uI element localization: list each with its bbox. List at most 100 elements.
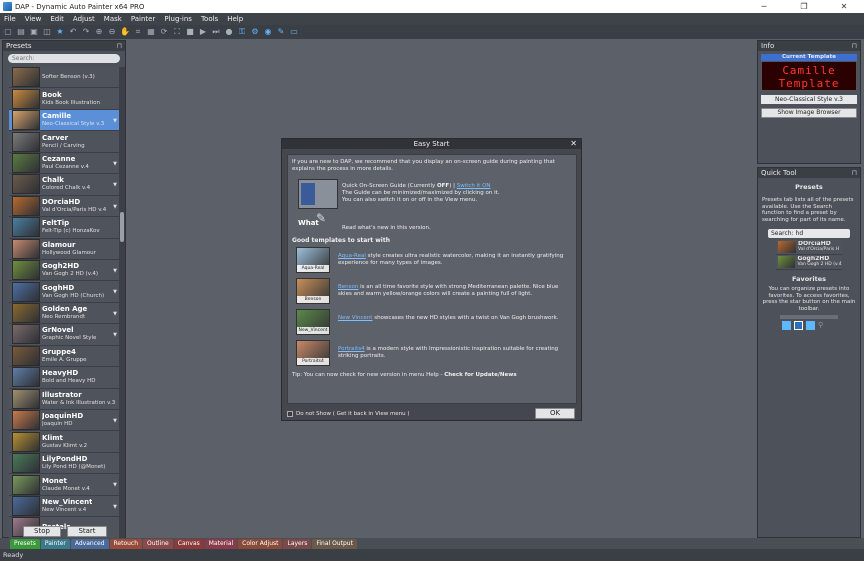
preset-item-book[interactable]: Book Kids Book Illustration: [9, 88, 119, 110]
menu-view[interactable]: View: [25, 15, 42, 23]
preset-item-glamour[interactable]: Glamour Hollywood Glamour: [9, 238, 119, 260]
preset-item-klimt[interactable]: Klimt Gustav Klimt v.2: [9, 431, 119, 453]
eye-icon[interactable]: ◉: [263, 27, 273, 37]
preset-item-lilypondhd[interactable]: LilyPondHD Lily Pond HD (@Monet): [9, 453, 119, 475]
chevron-down-icon[interactable]: ▼: [113, 161, 117, 167]
preset-item-softer-benson[interactable]: Softer Benson (v.3): [9, 67, 119, 89]
chevron-down-icon[interactable]: ▼: [113, 118, 117, 124]
menu-painter[interactable]: Painter: [131, 15, 156, 23]
menu-mask[interactable]: Mask: [104, 15, 122, 23]
chevron-down-icon[interactable]: ▼: [113, 204, 117, 210]
crop-icon[interactable]: ⌗: [133, 27, 143, 37]
template-thumb-portraits4[interactable]: Portraits4: [296, 340, 330, 366]
template-thumb-aqua-real[interactable]: Aqua-Real: [296, 247, 330, 273]
stop-icon[interactable]: ■: [185, 27, 195, 37]
tab-final-output[interactable]: Final Output: [312, 539, 357, 549]
rotate-icon[interactable]: ⟳: [159, 27, 169, 37]
favorite-set-icon[interactable]: [782, 321, 791, 330]
pin-icon[interactable]: ⊓: [117, 42, 122, 50]
tab-canvas[interactable]: Canvas: [173, 539, 204, 549]
chevron-down-icon[interactable]: ▼: [113, 182, 117, 188]
pin-icon[interactable]: ⊓: [852, 42, 857, 50]
quick-result-item[interactable]: DOrciaHD Val d'Orcia/Paris H: [776, 240, 842, 255]
grid-icon[interactable]: ▦: [146, 27, 156, 37]
tab-outline[interactable]: Outline: [143, 539, 173, 549]
preset-item-carver[interactable]: Carver Pencil / Carving: [9, 131, 119, 153]
favorite-search-icon[interactable]: ⚲: [818, 321, 827, 330]
quick-search-field[interactable]: Search: hd: [768, 229, 850, 238]
preset-item-camille[interactable]: Camille Neo-Classical Style v.3 ▼: [9, 109, 119, 132]
quick-result-item[interactable]: Gogh2HD Van Gogh 2 HD (v.4): [776, 255, 842, 270]
chevron-down-icon[interactable]: ▼: [113, 311, 117, 317]
template-link[interactable]: Benson: [338, 284, 358, 290]
maximize-button[interactable]: ❐: [784, 0, 824, 13]
new-icon[interactable]: ▢: [3, 27, 13, 37]
preset-item-grnovel[interactable]: GrNovel Graphic Novel Style ▼: [9, 324, 119, 346]
preset-item-heavyhd[interactable]: HeavyHD Bold and Heavy HD: [9, 367, 119, 389]
zoom-in-icon[interactable]: ⊕: [94, 27, 104, 37]
template-thumb-new-vincent[interactable]: New_Vincent: [296, 309, 330, 335]
preset-item-goghhd[interactable]: GoghHD Van Gogh HD (Church) ▼: [9, 281, 119, 303]
preset-item-new-vincent[interactable]: New_Vincent New Vincent v.4 ▼: [9, 495, 119, 518]
zoom-out-icon[interactable]: ⊖: [107, 27, 117, 37]
menu-plugins[interactable]: Plug-ins: [164, 15, 192, 23]
template-thumb-benson[interactable]: Benson: [296, 278, 330, 304]
preset-item-dorciahd[interactable]: DOrciaHD Val d'Orcia/Paris HD v.4 ▼: [9, 195, 119, 218]
menu-adjust[interactable]: Adjust: [73, 15, 95, 23]
tab-color-adjust[interactable]: Color Adjust: [238, 539, 283, 549]
undo-icon[interactable]: ↶: [68, 27, 78, 37]
play-icon[interactable]: ▶: [198, 27, 208, 37]
gear-icon[interactable]: ⚙: [250, 27, 260, 37]
stop-button[interactable]: Stop: [23, 526, 61, 537]
preset-item-gogh2hd[interactable]: Gogh2HD Van Gogh 2 HD (v.4) ▼: [9, 260, 119, 282]
save-icon[interactable]: ▣: [29, 27, 39, 37]
preset-item-golden-age[interactable]: Golden Age Neo Rembrandt ▼: [9, 303, 119, 325]
preset-item-monet[interactable]: Monet Claude Monet v.4 ▼: [9, 474, 119, 496]
start-button[interactable]: Start: [67, 526, 107, 537]
favorite-star-icon[interactable]: [794, 321, 803, 330]
presets-scrollbar[interactable]: [119, 67, 125, 558]
close-button[interactable]: ✕: [824, 0, 864, 13]
preset-item-felttip[interactable]: FeltTip Felt-Tip (c) HonzaKov: [9, 217, 119, 239]
hand-icon[interactable]: ✋: [120, 27, 130, 37]
preset-item-cezanne[interactable]: Cezanne Paul Cezanne v.4 ▼: [9, 152, 119, 175]
dialog-close-icon[interactable]: ✕: [570, 139, 577, 149]
presets-search-input[interactable]: [8, 54, 120, 63]
star-icon[interactable]: ★: [55, 27, 65, 37]
show-image-browser-button[interactable]: Show Image Browser: [761, 108, 857, 118]
preset-item-chalk[interactable]: Chalk Colored Chalk v.4 ▼: [9, 174, 119, 196]
template-link[interactable]: Aqua-Real: [338, 253, 366, 259]
chevron-down-icon[interactable]: ▼: [113, 418, 117, 424]
chevron-down-icon[interactable]: ▼: [113, 332, 117, 338]
key-icon[interactable]: ⚿: [237, 27, 247, 37]
record-icon[interactable]: ●: [224, 27, 234, 37]
preset-item-illustrator[interactable]: Illustrator Water & Ink Illustration v.3: [9, 388, 119, 410]
template-link[interactable]: New Vincent: [338, 315, 372, 321]
switch-on-link[interactable]: Switch it ON: [457, 183, 491, 189]
fit-icon[interactable]: ⛶: [172, 27, 182, 37]
template-link[interactable]: Portraits4: [338, 346, 365, 352]
screen-icon[interactable]: ▭: [289, 27, 299, 37]
favorite-add-icon[interactable]: [806, 321, 815, 330]
tab-presets[interactable]: Presets: [10, 539, 40, 549]
tab-advanced[interactable]: Advanced: [70, 539, 109, 549]
preset-item-joaquinhd[interactable]: JoaquinHD Joaquin HD ▼: [9, 410, 119, 432]
open-icon[interactable]: ▤: [16, 27, 26, 37]
menu-file[interactable]: File: [4, 15, 16, 23]
ok-button[interactable]: OK: [535, 408, 575, 419]
chevron-down-icon[interactable]: ▼: [113, 268, 117, 274]
tab-retouch[interactable]: Retouch: [109, 539, 143, 549]
menu-tools[interactable]: Tools: [201, 15, 218, 23]
tab-painter[interactable]: Painter: [40, 539, 70, 549]
pin-icon[interactable]: ⊓: [852, 169, 857, 177]
chevron-down-icon[interactable]: ▼: [113, 482, 117, 488]
whats-new-icon[interactable]: What ✎: [298, 212, 338, 231]
tab-layers[interactable]: Layers: [283, 539, 312, 549]
menu-edit[interactable]: Edit: [50, 15, 64, 23]
chevron-down-icon[interactable]: ▼: [113, 504, 117, 510]
preset-item-gruppe4[interactable]: Gruppe4 Emile A. Gruppe: [9, 345, 119, 368]
scroll-thumb[interactable]: [120, 212, 124, 242]
chevron-down-icon[interactable]: ▼: [113, 289, 117, 295]
do-not-show-checkbox[interactable]: [287, 410, 293, 417]
redo-icon[interactable]: ↷: [81, 27, 91, 37]
